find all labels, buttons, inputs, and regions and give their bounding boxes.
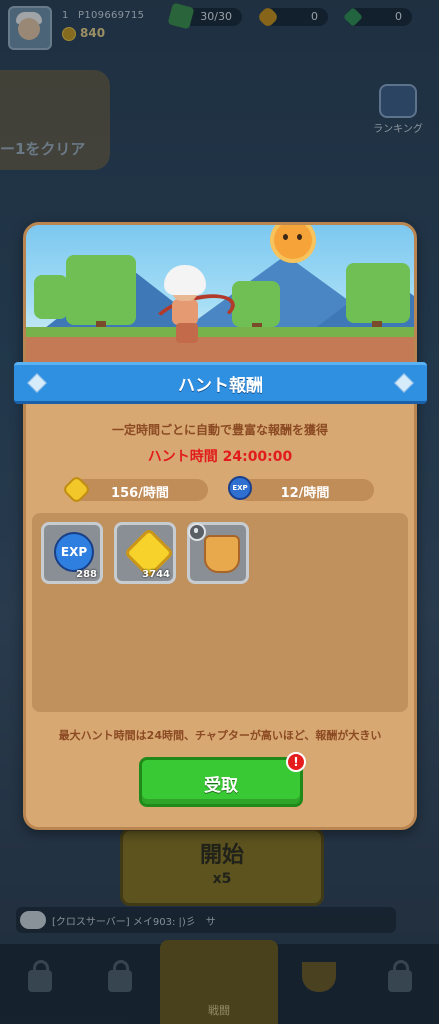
hero-body — [172, 299, 198, 325]
tree — [232, 281, 280, 327]
reward-qty: 288 — [76, 569, 97, 580]
coin-rate-value: 156/時間 — [111, 486, 169, 501]
hero-legs — [176, 323, 198, 343]
reward-item-gold[interactable]: 3744 — [114, 522, 176, 584]
alert-badge-icon: ! — [286, 752, 306, 772]
claim-button[interactable]: 受取 — [139, 757, 303, 807]
alert-mark: ! — [293, 755, 299, 769]
max-hunt-note: 最大ハント時間は24時間、チャプターが高いほど、報酬が大きい — [58, 729, 382, 742]
exp-rate-value: 12/時間 — [280, 486, 330, 501]
exp-orb-label: EXP — [60, 545, 88, 559]
tree — [66, 255, 136, 325]
title-ribbon: ハント報酬 — [14, 362, 427, 408]
reward-item-armor[interactable] — [187, 522, 249, 584]
claim-label: 受取 — [204, 776, 238, 796]
armor-icon — [204, 535, 240, 573]
random-badge-icon — [188, 523, 206, 541]
exp-icon-text: EXP — [232, 484, 248, 492]
exp-icon: EXP — [228, 476, 252, 500]
reward-qty: 3744 — [142, 569, 170, 580]
sun-icon — [274, 225, 312, 259]
modal-description: 一定時間ごとに自動で豊富な報酬を獲得 — [111, 423, 328, 437]
hunt-time: ハント時間 24:00:00 — [147, 449, 293, 465]
coin-rate-pill: 156/時間 — [72, 479, 208, 501]
reward-item-exp[interactable]: EXP 288 — [41, 522, 103, 584]
tree — [34, 275, 68, 319]
hero-hair — [164, 265, 206, 295]
tree — [346, 263, 410, 323]
modal-title: ハント報酬 — [178, 376, 263, 396]
hero-character — [149, 265, 239, 355]
hunt-scene-illustration — [26, 225, 414, 371]
exp-orb-icon: EXP — [54, 532, 94, 572]
exp-rate-pill: 12/時間 — [236, 479, 374, 501]
